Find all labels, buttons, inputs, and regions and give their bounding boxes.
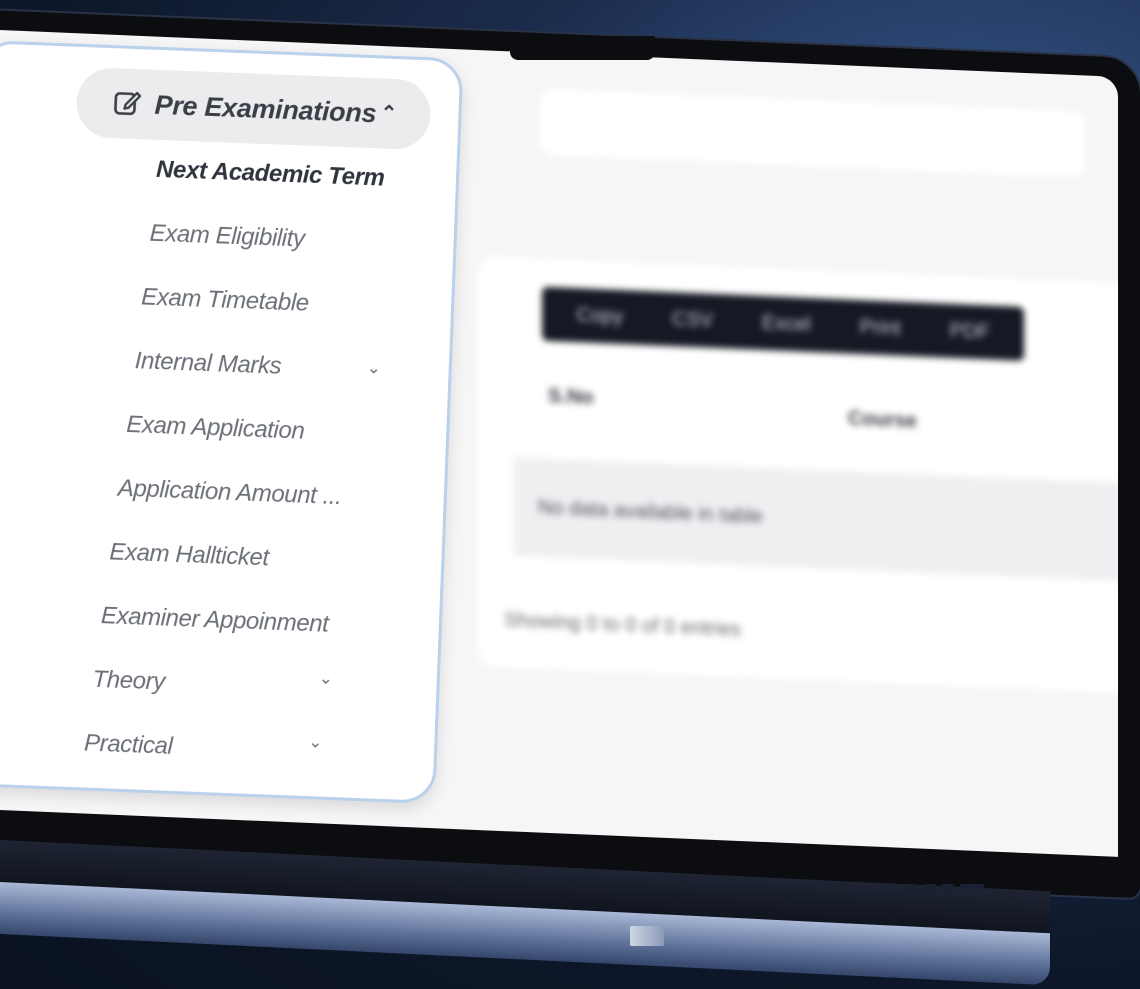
- sidebar-item-exam-application[interactable]: Exam Application: [126, 411, 305, 446]
- sidebar-section-title: Pre Examinations: [154, 89, 377, 129]
- sidebar-item-exam-timetable[interactable]: Exam Timetable: [141, 283, 310, 317]
- sidebar-item-application-amount[interactable]: Application Amount ...: [117, 475, 342, 512]
- camera-notch: [510, 36, 655, 60]
- chevron-down-icon[interactable]: ⌄: [308, 732, 323, 753]
- top-card: [540, 88, 1085, 178]
- csv-button[interactable]: CSV: [666, 306, 719, 333]
- column-header-course[interactable]: Course: [848, 408, 917, 434]
- sidebar-item-examiner-appoinment[interactable]: Examiner Appoinment: [100, 602, 329, 639]
- sidebar: Pre Examinations ⌃ Next Academic Term Ex…: [0, 40, 464, 805]
- chevron-down-icon[interactable]: ⌄: [366, 358, 381, 379]
- pdf-button[interactable]: PDF: [944, 318, 996, 345]
- edit-square-icon: [112, 87, 143, 118]
- laptop-ports: [906, 884, 984, 890]
- chevron-up-icon: ⌃: [380, 102, 398, 126]
- laptop: Copy CSV Excel Print PDF S.No Course No …: [0, 0, 1140, 989]
- excel-button[interactable]: Excel: [756, 310, 817, 338]
- print-button[interactable]: Print: [854, 314, 907, 341]
- chevron-down-icon[interactable]: ⌄: [318, 668, 333, 689]
- sidebar-item-theory[interactable]: Theory: [92, 666, 165, 697]
- sidebar-section-pre-examinations[interactable]: Pre Examinations ⌃: [75, 66, 432, 151]
- column-header-sno[interactable]: S.No: [548, 385, 594, 410]
- sidebar-item-internal-marks[interactable]: Internal Marks: [134, 347, 281, 381]
- sidebar-item-exam-hallticket[interactable]: Exam Hallticket: [109, 538, 269, 572]
- sidebar-item-exam-eligibility[interactable]: Exam Eligibility: [149, 220, 305, 254]
- sidebar-item-next-academic-term[interactable]: Next Academic Term: [156, 156, 385, 193]
- sidebar-item-practical[interactable]: Practical: [84, 730, 173, 761]
- copy-button[interactable]: Copy: [570, 302, 629, 329]
- laptop-hinge: [630, 926, 664, 946]
